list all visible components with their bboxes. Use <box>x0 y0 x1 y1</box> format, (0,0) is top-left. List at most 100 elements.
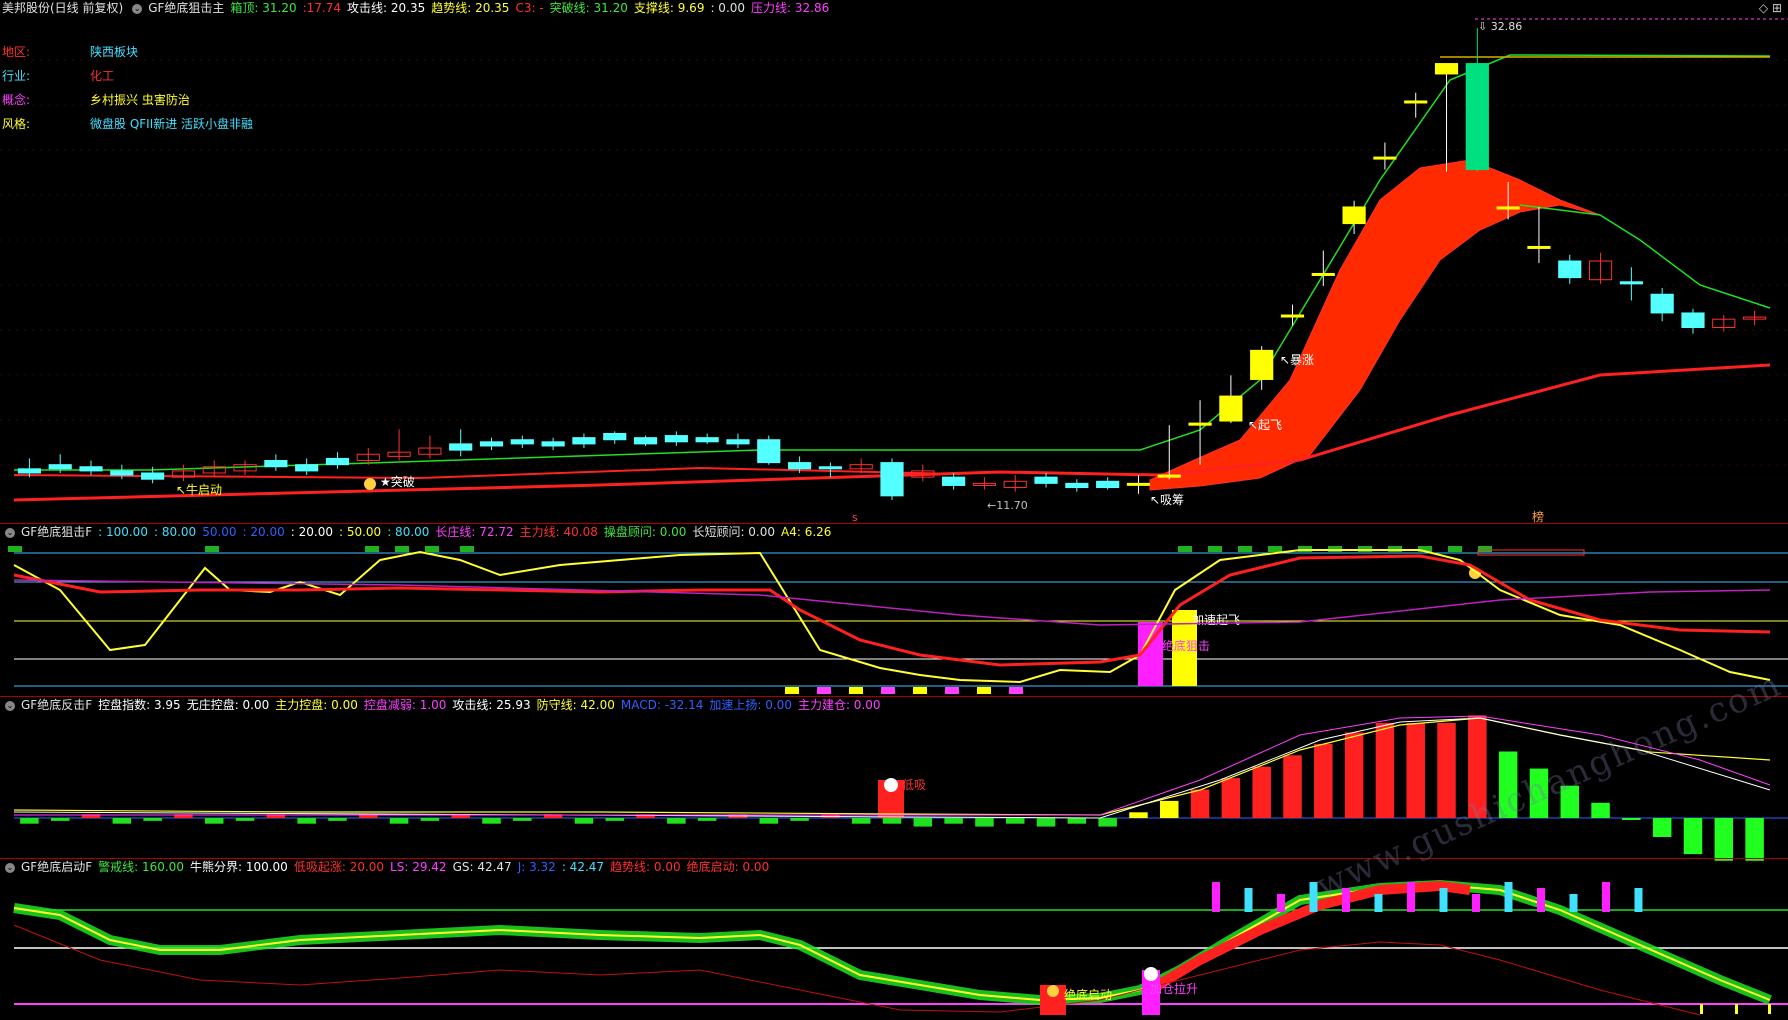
p4-signal-bar <box>1407 882 1415 912</box>
candle-body <box>1558 260 1582 279</box>
chevron-icon[interactable]: ⌄ <box>132 3 143 14</box>
p2-bottom-mark <box>977 687 991 694</box>
panel4-field-1: 警戒线: 160.00 <box>98 860 184 874</box>
panel4-field-9: 绝底启动: 0.00 <box>686 860 770 874</box>
p2-signal-mark <box>395 546 409 552</box>
candle-body <box>1496 206 1520 210</box>
low-price-label: ←11.70 <box>987 499 1028 512</box>
diamond-icon[interactable]: ◇ <box>1759 1 1768 15</box>
xichou-label: ↖吸筹 <box>1150 493 1184 507</box>
panel3-field-5: 攻击线: 25.93 <box>452 698 531 712</box>
p2-signal-mark <box>1208 546 1222 552</box>
p4-signal-bar <box>1244 888 1253 912</box>
candle-body <box>1650 293 1674 314</box>
p2-signal-mark <box>460 546 474 552</box>
p2-signal-mark <box>1238 546 1252 552</box>
p4-signal-bar <box>1439 888 1448 912</box>
tupo-label: ★突破 <box>380 474 415 489</box>
bang-marker: 榜 <box>1532 509 1544 524</box>
p3-bar <box>1190 789 1210 818</box>
candle-body <box>1373 156 1397 160</box>
high-price-label: ⇩ 32.86 <box>1478 20 1522 33</box>
panel2-field-3: 50.00 <box>202 525 237 539</box>
candle-body <box>325 457 350 466</box>
panel1-field-8: 支撑线: 9.69 <box>633 1 705 15</box>
panel4-field-3: 低吸起涨: 20.00 <box>293 860 385 874</box>
info-value: 微盘股 QFII新进 活跃小盘非融 <box>90 117 254 131</box>
p3-bar <box>1252 766 1271 818</box>
candle-body <box>633 437 658 445</box>
panel-separator <box>0 523 1788 524</box>
p3-bar <box>50 818 70 821</box>
panel1-field-6: C3: - <box>515 1 544 15</box>
info-value: 乡村振兴 虫害防治 <box>90 93 190 107</box>
panel1-field-0: 美邦股份(日线 前复权) <box>2 1 124 15</box>
panel4-field-8: 趋势线: 0.00 <box>610 860 681 874</box>
panel1-field-5: 趋势线: 20.35 <box>431 1 510 15</box>
dixi-label: 低吸 <box>902 778 926 792</box>
candle-body <box>1434 63 1459 75</box>
p4-tick <box>1768 1004 1771 1014</box>
panel2-field-1: : 100.00 <box>98 525 148 539</box>
panel3-field-0: GF绝底反击F <box>21 698 93 712</box>
panel2-field-2: : 80.00 <box>153 525 197 539</box>
juedi-qidong-label: 绝底启动 <box>1064 987 1112 1002</box>
plus-icon <box>1144 967 1158 981</box>
info-label: 风格: <box>2 117 31 131</box>
juedi-label: 绝底狙击 <box>1162 638 1210 653</box>
panel1-field-1: GF绝底狙击主 <box>148 1 225 15</box>
candle-body <box>1126 482 1151 486</box>
trend-line-green <box>14 54 1771 471</box>
chevron-icon[interactable]: ⌄ <box>5 862 15 873</box>
candle-body <box>1065 482 1089 489</box>
p4-signal-bar <box>1569 894 1578 912</box>
panel2-field-8: 长庄线: 72.72 <box>435 525 514 539</box>
panel2-field-10: 操盘顾问: 0.00 <box>603 525 687 539</box>
p4-signal-bar <box>1309 882 1318 912</box>
p2-bottom-mark <box>913 687 927 694</box>
p2-signal-mark <box>205 546 219 552</box>
plus-icon <box>884 778 898 792</box>
panel4-field-4: LS: 29.42 <box>390 860 447 874</box>
p3-bar <box>1160 800 1179 818</box>
p3-bar <box>1036 818 1056 827</box>
window-controls[interactable]: ◇ ⊞ <box>1759 1 1782 15</box>
p3-bar <box>697 818 717 821</box>
candle-body <box>79 466 103 472</box>
candle-body <box>48 464 72 470</box>
panel4-field-0: GF绝底启动F <box>21 860 93 874</box>
panel4-field-6: J: 3.32 <box>517 860 556 874</box>
candle-body <box>1188 422 1212 426</box>
p3-bar <box>1283 755 1302 818</box>
panel2-field-0: GF绝底狙击F <box>21 525 93 539</box>
p4-signal-bar <box>1374 894 1383 912</box>
candle-body <box>449 443 473 451</box>
panel2-field-5: : 20.00 <box>290 525 333 539</box>
panel1-field-9: : 0.00 <box>710 1 746 15</box>
p4-signal-bar <box>1634 888 1643 912</box>
p3-bar <box>1622 818 1641 820</box>
p2-signal-mark <box>8 546 22 552</box>
p3-bar <box>420 818 440 821</box>
candle-body <box>726 439 750 445</box>
panel2-header: ⌄ GF绝底狙击F: 100.00: 80.00 50.00: 20.00: 20.… <box>2 524 837 540</box>
p3-bar <box>1745 818 1764 861</box>
panel3-field-3: 主力控盘: 0.00 <box>275 698 358 712</box>
p3-bar <box>1683 818 1703 855</box>
niu-qidong-label: ↖牛启动 <box>176 482 222 497</box>
chevron-icon[interactable]: ⌄ <box>5 700 15 711</box>
p3-bar <box>1344 732 1364 818</box>
panel4-field-5: GS: 42.47 <box>452 860 512 874</box>
chevron-icon[interactable]: ⌄ <box>5 527 15 538</box>
p2-red-line <box>13 554 1771 667</box>
panel1-field-3: :17.74 <box>302 1 342 15</box>
info-label: 行业: <box>2 69 31 83</box>
candle-body <box>1096 480 1120 489</box>
p2-signal-mark <box>1448 546 1462 552</box>
p3-bar <box>143 818 162 821</box>
panel-separator <box>0 696 1788 697</box>
candle-body <box>1681 312 1705 329</box>
panel3-field-9: 主力建仓: 0.00 <box>797 698 881 712</box>
expand-icon[interactable]: ⊞ <box>1772 1 1782 15</box>
panel1-field-10: 压力线: 32.86 <box>751 1 830 15</box>
